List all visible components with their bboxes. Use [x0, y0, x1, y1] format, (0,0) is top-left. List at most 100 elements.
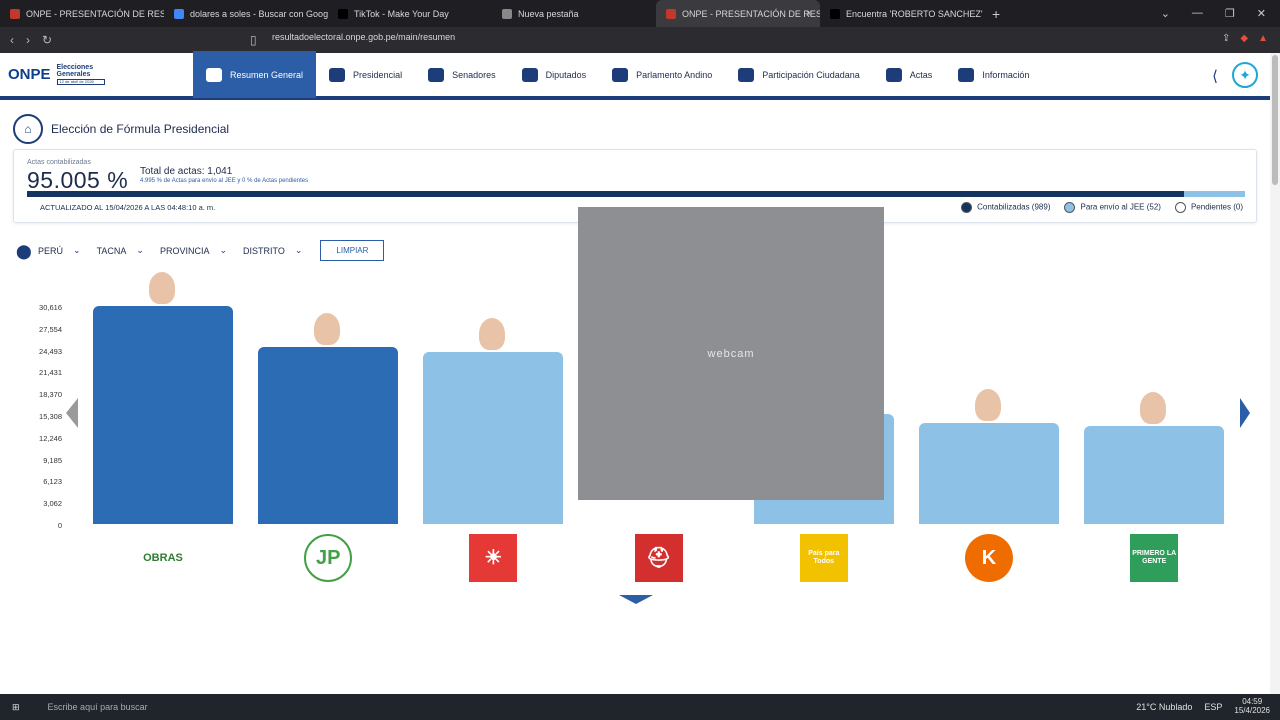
- result-bar[interactable]: [258, 346, 399, 524]
- favicon-icon: [830, 8, 840, 19]
- legend-dot-icon: [1174, 202, 1186, 213]
- expand-down-icon[interactable]: [619, 595, 653, 604]
- address-bar: ‹ › ↻ ▯ resultadoelectoral.onpe.gob.pe/m…: [0, 27, 1280, 53]
- restore-icon[interactable]: ❐: [1225, 7, 1235, 20]
- filter-value: PERÚ: [38, 245, 64, 256]
- legend-item: Pendientes (0): [1174, 202, 1243, 213]
- url-field[interactable]: resultadoelectoral.onpe.gob.pe/main/resu…: [272, 32, 455, 42]
- windows-taskbar: ⊞ Escribe aquí para buscar 21°C Nublado …: [0, 694, 1280, 720]
- language-indicator[interactable]: ESP: [1204, 702, 1222, 712]
- candidate-photo: [973, 386, 1003, 423]
- location-pin-icon: ⬤: [16, 242, 32, 259]
- filter-select[interactable]: DISTRITO ⌄: [243, 245, 302, 256]
- chevron-down-icon: ⌄: [73, 245, 81, 255]
- event-label: Elecciones Generales 12 de abril de 2026: [56, 63, 105, 86]
- nav-item[interactable]: Parlamento Andino: [599, 51, 725, 98]
- nav-item-label: Resumen General: [230, 69, 304, 80]
- browser-tab[interactable]: TikTok - Make Your Day: [328, 0, 492, 27]
- bookmark-icon[interactable]: ▯: [250, 33, 257, 47]
- filter-value: TACNA: [96, 245, 127, 256]
- location-filters: ⬤ PERÚ ⌄ TACNA ⌄ PROVINCIA ⌄ DISTRITO ⌄ LIMPIAR: [16, 240, 385, 261]
- new-tab-icon[interactable]: +: [984, 6, 1008, 22]
- weather-text[interactable]: 21°C Nublado: [1136, 702, 1192, 712]
- clear-button[interactable]: LIMPIAR: [320, 240, 385, 261]
- y-tick-label: 27,554: [39, 324, 62, 334]
- total-actas: Total de actas: 1,041: [140, 166, 233, 177]
- result-bar[interactable]: [919, 422, 1059, 524]
- updated-timestamp: ACTUALIZADO AL 15/04/2026 A LAS 04:48:10…: [40, 203, 216, 212]
- browser-tab-title: ONPE - PRESENTACIÓN DE RESULTADOS: [682, 8, 820, 19]
- filter-select[interactable]: PROVINCIA ⌄: [160, 245, 227, 256]
- tab-list-icon[interactable]: ⌄: [1161, 7, 1170, 20]
- progress-bar: [27, 191, 1245, 197]
- filter-select[interactable]: PERÚ ⌄: [38, 245, 81, 256]
- party-logo: JP: [304, 534, 353, 582]
- clock[interactable]: 04:59 15/4/2026: [1234, 697, 1270, 716]
- share-page-icon[interactable]: ⇪: [1222, 33, 1230, 44]
- browser-tab-title: TikTok - Make Your Day: [354, 8, 449, 19]
- browser-tab[interactable]: Nueva pestaña: [492, 0, 656, 27]
- party-logo: ☀: [469, 534, 518, 582]
- progress-jee: [1184, 191, 1245, 197]
- favicon-icon: [10, 8, 20, 19]
- nav-item-label: Parlamento Andino: [636, 69, 713, 80]
- nav-icon: [428, 67, 445, 82]
- onpe-logo[interactable]: ONPE Elecciones Generales 12 de abril de…: [0, 51, 193, 98]
- nav-icon: [329, 67, 346, 82]
- shield-icon[interactable]: ◆: [1240, 33, 1248, 44]
- result-bar[interactable]: [1084, 425, 1225, 524]
- close-window-icon[interactable]: ✕: [1257, 7, 1266, 20]
- browser-tab-title: Nueva pestaña: [518, 8, 579, 19]
- rewards-icon[interactable]: ▲: [1258, 33, 1268, 44]
- prev-arrow-icon[interactable]: [66, 398, 78, 428]
- clock-date: 15/4/2026: [1234, 705, 1270, 715]
- nav-item[interactable]: Diputados: [509, 51, 600, 98]
- nav-icon: [206, 67, 222, 82]
- nav-item[interactable]: Actas: [873, 51, 946, 98]
- national-seal-icon: ⌂: [13, 114, 43, 144]
- browser-tab[interactable]: ONPE - PRESENTACIÓN DE RESULTADOS: [0, 0, 164, 27]
- nav-item-label: Información: [982, 69, 1030, 80]
- browser-tab[interactable]: ONPE - PRESENTACIÓN DE RESULTADOS×: [656, 0, 820, 27]
- nav-item[interactable]: Participación Ciudadana: [725, 51, 873, 98]
- nav-item[interactable]: Senadores: [415, 51, 509, 98]
- y-tick-label: 12,246: [39, 433, 62, 443]
- nav-item-label: Actas: [909, 69, 933, 80]
- accessibility-icon[interactable]: ✦: [1232, 62, 1258, 88]
- y-tick-label: 6,123: [43, 477, 62, 487]
- candidate-photo: [1138, 389, 1169, 426]
- pct-value: 95.005 %: [27, 167, 129, 193]
- next-arrow-icon[interactable]: [1240, 398, 1250, 428]
- y-tick-label: 15,308: [39, 412, 62, 421]
- windows-start-icon[interactable]: ⊞: [0, 702, 32, 713]
- reload-icon[interactable]: ↻: [42, 33, 52, 47]
- nav-icon: [738, 67, 755, 82]
- browser-tab[interactable]: dolares a soles - Buscar con Google: [164, 0, 328, 27]
- forward-icon[interactable]: ›: [26, 33, 30, 47]
- result-bar[interactable]: [423, 352, 564, 524]
- nav-item[interactable]: Resumen General: [193, 51, 317, 98]
- y-tick-label: 24,493: [39, 346, 62, 356]
- nav-item-label: Presidencial: [353, 69, 403, 80]
- page-heading: ⌂ Elección de Fórmula Presidencial: [13, 114, 229, 144]
- nav-item[interactable]: Información: [945, 51, 1042, 98]
- browser-tab[interactable]: Encuentra 'ROBERTO SANCHEZ' en TikTok: [820, 0, 984, 27]
- pct-label: Actas contabilizadas: [27, 159, 91, 166]
- taskbar-search[interactable]: Escribe aquí para buscar: [48, 702, 148, 712]
- close-tab-icon[interactable]: ×: [806, 8, 812, 20]
- browser-tab-title: ONPE - PRESENTACIÓN DE RESULTADOS: [26, 8, 164, 19]
- party-logo: OBRAS: [139, 534, 187, 582]
- y-tick-label: 3,062: [43, 499, 62, 509]
- minimize-icon[interactable]: —: [1192, 7, 1203, 20]
- filter-value: PROVINCIA: [159, 245, 210, 256]
- event-title: Elecciones Generales: [56, 63, 94, 78]
- y-tick-label: 18,370: [39, 390, 62, 400]
- result-bar[interactable]: [93, 306, 233, 524]
- share-icon[interactable]: ⟨: [1212, 67, 1218, 85]
- page-scrollbar[interactable]: [1270, 53, 1280, 720]
- nav-item[interactable]: Presidencial: [316, 51, 415, 98]
- favicon-icon: [338, 8, 348, 19]
- back-icon[interactable]: ‹: [10, 33, 14, 47]
- clock-time: 04:59: [1242, 697, 1263, 706]
- filter-select[interactable]: TACNA ⌄: [97, 245, 144, 256]
